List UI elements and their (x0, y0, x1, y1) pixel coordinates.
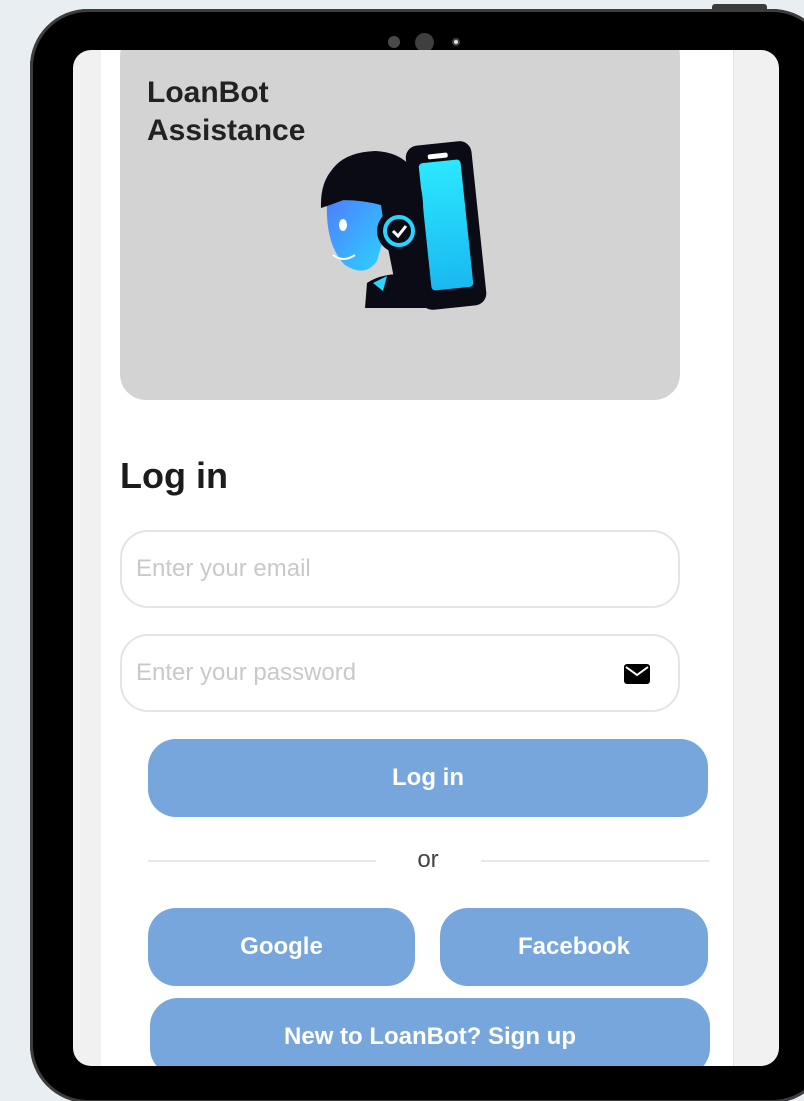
sensor-dot (388, 36, 400, 48)
hero-banner: LoanBot Assistance (120, 50, 680, 400)
light-sensor (452, 38, 460, 46)
envelope-icon[interactable] (624, 664, 650, 684)
hero-title-line1: LoanBot (147, 76, 269, 109)
divider-line-right (481, 860, 709, 862)
email-field[interactable] (120, 530, 680, 608)
hero-title: LoanBot Assistance (147, 74, 337, 150)
password-input[interactable] (136, 659, 596, 687)
password-field[interactable] (120, 634, 680, 712)
power-button (712, 4, 767, 10)
signup-button[interactable]: New to LoanBot? Sign up (150, 998, 710, 1066)
hero-title-line2: Assistance (147, 114, 306, 147)
divider-or-text: or (417, 846, 439, 873)
email-input[interactable] (136, 555, 664, 583)
support-agent-headset-icon (320, 141, 487, 310)
divider-line-left (148, 860, 376, 862)
facebook-login-button[interactable]: Facebook (440, 908, 708, 986)
login-submit-button[interactable]: Log in (148, 739, 708, 817)
login-heading: Log in (120, 455, 228, 496)
google-login-button[interactable]: Google (148, 908, 415, 986)
app-screen: LoanBot Assistance Log in Enter your ema… (73, 50, 779, 1066)
